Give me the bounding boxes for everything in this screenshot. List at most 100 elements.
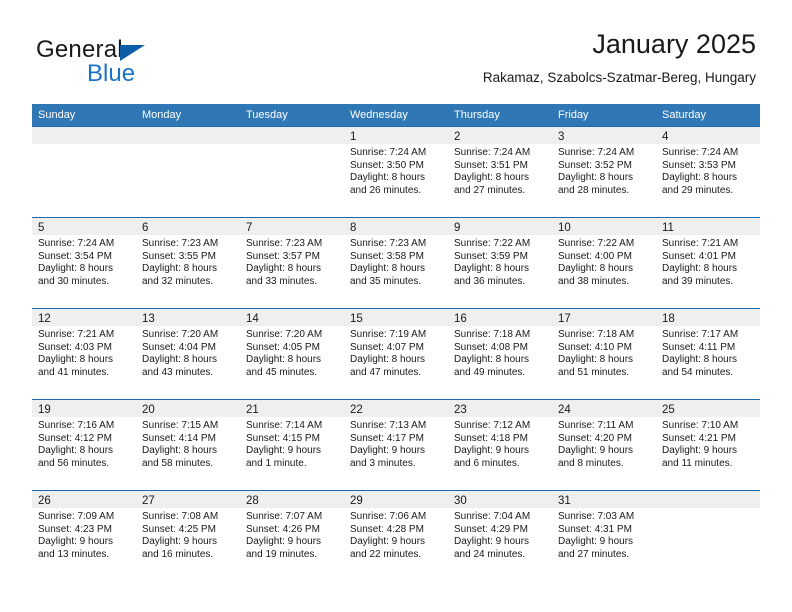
day-number-band: 27 bbox=[136, 491, 240, 508]
sunrise-text: Sunrise: 7:15 AM bbox=[142, 420, 219, 431]
day-cell[interactable]: 18 Sunrise: 7:17 AM Sunset: 4:11 PM Dayligh… bbox=[656, 309, 760, 399]
day-details: Sunrise: 7:09 AM Sunset: 4:23 PM Daylight:… bbox=[32, 508, 136, 561]
daylight-text-line2: and 30 minutes. bbox=[38, 275, 110, 287]
daylight-text-line2: and 24 minutes. bbox=[454, 548, 526, 560]
day-number: 9 bbox=[454, 222, 461, 234]
sunset-text: Sunset: 4:05 PM bbox=[246, 341, 320, 353]
day-cell[interactable]: 2 Sunrise: 7:24 AM Sunset: 3:51 PM Daylight… bbox=[448, 127, 552, 217]
week-row: 12 Sunrise: 7:21 AM Sunset: 4:03 PM Dayligh… bbox=[32, 308, 760, 399]
weekday-header-saturday: Saturday bbox=[662, 109, 707, 121]
day-number: 20 bbox=[142, 404, 155, 416]
sunset-text: Sunset: 4:11 PM bbox=[662, 341, 736, 353]
sunrise-text: Sunrise: 7:12 AM bbox=[454, 420, 531, 431]
day-cell[interactable]: 12 Sunrise: 7:21 AM Sunset: 4:03 PM Dayligh… bbox=[32, 309, 136, 399]
day-cell-empty bbox=[136, 127, 240, 217]
day-cell[interactable]: 10 Sunrise: 7:22 AM Sunset: 4:00 PM Dayligh… bbox=[552, 218, 656, 308]
logo-triangle-icon bbox=[120, 45, 145, 61]
daylight-text-line2: and 6 minutes. bbox=[454, 457, 520, 469]
day-number-band: 2 bbox=[448, 127, 552, 144]
day-cell[interactable]: 14 Sunrise: 7:20 AM Sunset: 4:05 PM Dayligh… bbox=[240, 309, 344, 399]
page-subtitle-location: Rakamaz, Szabolcs-Szatmar-Bereg, Hungary bbox=[482, 70, 756, 85]
day-cell[interactable]: 26 Sunrise: 7:09 AM Sunset: 4:23 PM Dayligh… bbox=[32, 491, 136, 581]
day-cell-empty bbox=[240, 127, 344, 217]
day-cell[interactable]: 13 Sunrise: 7:20 AM Sunset: 4:04 PM Dayligh… bbox=[136, 309, 240, 399]
daylight-text-line2: and 13 minutes. bbox=[38, 548, 110, 560]
sunrise-text: Sunrise: 7:16 AM bbox=[38, 420, 115, 431]
sunrise-text: Sunrise: 7:24 AM bbox=[350, 147, 427, 158]
daylight-text-line1: Daylight: 8 hours bbox=[350, 354, 426, 366]
day-cell[interactable]: 25 Sunrise: 7:10 AM Sunset: 4:21 PM Dayligh… bbox=[656, 400, 760, 490]
daylight-text-line2: and 33 minutes. bbox=[246, 275, 318, 287]
day-details: Sunrise: 7:13 AM Sunset: 4:17 PM Daylight:… bbox=[344, 417, 448, 470]
sunset-text: Sunset: 4:26 PM bbox=[246, 523, 320, 535]
daylight-text-line1: Daylight: 9 hours bbox=[454, 536, 530, 548]
day-cell[interactable]: 16 Sunrise: 7:18 AM Sunset: 4:08 PM Dayligh… bbox=[448, 309, 552, 399]
general-blue-logo[interactable]: General Blue bbox=[36, 36, 236, 88]
daylight-text-line1: Daylight: 9 hours bbox=[38, 536, 114, 548]
day-cell[interactable]: 6 Sunrise: 7:23 AM Sunset: 3:55 PM Daylight… bbox=[136, 218, 240, 308]
week-row: 1 Sunrise: 7:24 AM Sunset: 3:50 PM Daylight… bbox=[32, 126, 760, 217]
day-cell[interactable]: 31 Sunrise: 7:03 AM Sunset: 4:31 PM Dayligh… bbox=[552, 491, 656, 581]
day-number-band: 5 bbox=[32, 218, 136, 235]
day-cell[interactable]: 11 Sunrise: 7:21 AM Sunset: 4:01 PM Dayligh… bbox=[656, 218, 760, 308]
day-number: 11 bbox=[662, 222, 674, 234]
day-details: Sunrise: 7:23 AM Sunset: 3:58 PM Daylight:… bbox=[344, 235, 448, 288]
day-cell[interactable]: 28 Sunrise: 7:07 AM Sunset: 4:26 PM Dayligh… bbox=[240, 491, 344, 581]
day-details: Sunrise: 7:20 AM Sunset: 4:05 PM Daylight:… bbox=[240, 326, 344, 379]
day-number: 28 bbox=[246, 495, 259, 507]
day-number-band: 25 bbox=[656, 400, 760, 417]
daylight-text-line1: Daylight: 8 hours bbox=[558, 263, 634, 275]
day-cell[interactable]: 15 Sunrise: 7:19 AM Sunset: 4:07 PM Dayligh… bbox=[344, 309, 448, 399]
day-cell[interactable]: 22 Sunrise: 7:13 AM Sunset: 4:17 PM Dayligh… bbox=[344, 400, 448, 490]
sunrise-text: Sunrise: 7:04 AM bbox=[454, 511, 531, 522]
day-details: Sunrise: 7:12 AM Sunset: 4:18 PM Daylight:… bbox=[448, 417, 552, 470]
day-cell[interactable]: 7 Sunrise: 7:23 AM Sunset: 3:57 PM Daylight… bbox=[240, 218, 344, 308]
daylight-text-line1: Daylight: 8 hours bbox=[350, 263, 426, 275]
sunset-text: Sunset: 4:20 PM bbox=[558, 432, 632, 444]
day-cell[interactable]: 30 Sunrise: 7:04 AM Sunset: 4:29 PM Dayligh… bbox=[448, 491, 552, 581]
day-cell[interactable]: 17 Sunrise: 7:18 AM Sunset: 4:10 PM Dayligh… bbox=[552, 309, 656, 399]
day-details: Sunrise: 7:21 AM Sunset: 4:03 PM Daylight:… bbox=[32, 326, 136, 379]
day-cell[interactable]: 5 Sunrise: 7:24 AM Sunset: 3:54 PM Daylight… bbox=[32, 218, 136, 308]
sunset-text: Sunset: 3:54 PM bbox=[38, 250, 112, 262]
sunset-text: Sunset: 4:04 PM bbox=[142, 341, 216, 353]
daylight-text-line2: and 26 minutes. bbox=[350, 184, 422, 196]
day-cell[interactable]: 9 Sunrise: 7:22 AM Sunset: 3:59 PM Daylight… bbox=[448, 218, 552, 308]
daylight-text-line2: and 16 minutes. bbox=[142, 548, 214, 560]
daylight-text-line2: and 58 minutes. bbox=[142, 457, 214, 469]
day-cell[interactable]: 8 Sunrise: 7:23 AM Sunset: 3:58 PM Daylight… bbox=[344, 218, 448, 308]
day-cell[interactable]: 21 Sunrise: 7:14 AM Sunset: 4:15 PM Dayligh… bbox=[240, 400, 344, 490]
daylight-text-line1: Daylight: 8 hours bbox=[38, 354, 114, 366]
day-details: Sunrise: 7:23 AM Sunset: 3:57 PM Daylight:… bbox=[240, 235, 344, 288]
day-cell[interactable]: 29 Sunrise: 7:06 AM Sunset: 4:28 PM Dayligh… bbox=[344, 491, 448, 581]
sunrise-text: Sunrise: 7:08 AM bbox=[142, 511, 219, 522]
daylight-text-line2: and 28 minutes. bbox=[558, 184, 630, 196]
day-cell[interactable]: 23 Sunrise: 7:12 AM Sunset: 4:18 PM Dayligh… bbox=[448, 400, 552, 490]
sunset-text: Sunset: 4:10 PM bbox=[558, 341, 632, 353]
sunrise-text: Sunrise: 7:22 AM bbox=[454, 238, 531, 249]
daylight-text-line1: Daylight: 8 hours bbox=[454, 263, 530, 275]
day-cell[interactable]: 4 Sunrise: 7:24 AM Sunset: 3:53 PM Daylight… bbox=[656, 127, 760, 217]
sunrise-text: Sunrise: 7:21 AM bbox=[38, 329, 115, 340]
page-title: January 2025 bbox=[592, 29, 756, 59]
day-number: 13 bbox=[142, 313, 155, 325]
day-cell[interactable]: 3 Sunrise: 7:24 AM Sunset: 3:52 PM Daylight… bbox=[552, 127, 656, 217]
daylight-text-line2: and 11 minutes. bbox=[662, 457, 733, 469]
day-cell[interactable]: 19 Sunrise: 7:16 AM Sunset: 4:12 PM Dayligh… bbox=[32, 400, 136, 490]
daylight-text-line1: Daylight: 9 hours bbox=[142, 536, 218, 548]
day-cell[interactable]: 27 Sunrise: 7:08 AM Sunset: 4:25 PM Dayligh… bbox=[136, 491, 240, 581]
day-number: 6 bbox=[142, 222, 149, 234]
day-number-band: 15 bbox=[344, 309, 448, 326]
day-details: Sunrise: 7:11 AM Sunset: 4:20 PM Daylight:… bbox=[552, 417, 656, 470]
sunset-text: Sunset: 4:31 PM bbox=[558, 523, 632, 535]
day-details: Sunrise: 7:24 AM Sunset: 3:52 PM Daylight:… bbox=[552, 144, 656, 197]
daylight-text-line2: and 39 minutes. bbox=[662, 275, 734, 287]
day-details: Sunrise: 7:23 AM Sunset: 3:55 PM Daylight:… bbox=[136, 235, 240, 288]
sunrise-text: Sunrise: 7:19 AM bbox=[350, 329, 427, 340]
day-cell[interactable]: 24 Sunrise: 7:11 AM Sunset: 4:20 PM Dayligh… bbox=[552, 400, 656, 490]
day-number-band: 29 bbox=[344, 491, 448, 508]
day-cell[interactable]: 1 Sunrise: 7:24 AM Sunset: 3:50 PM Daylight… bbox=[344, 127, 448, 217]
sunset-text: Sunset: 4:21 PM bbox=[662, 432, 736, 444]
day-details: Sunrise: 7:24 AM Sunset: 3:51 PM Daylight:… bbox=[448, 144, 552, 197]
day-cell[interactable]: 20 Sunrise: 7:15 AM Sunset: 4:14 PM Dayligh… bbox=[136, 400, 240, 490]
